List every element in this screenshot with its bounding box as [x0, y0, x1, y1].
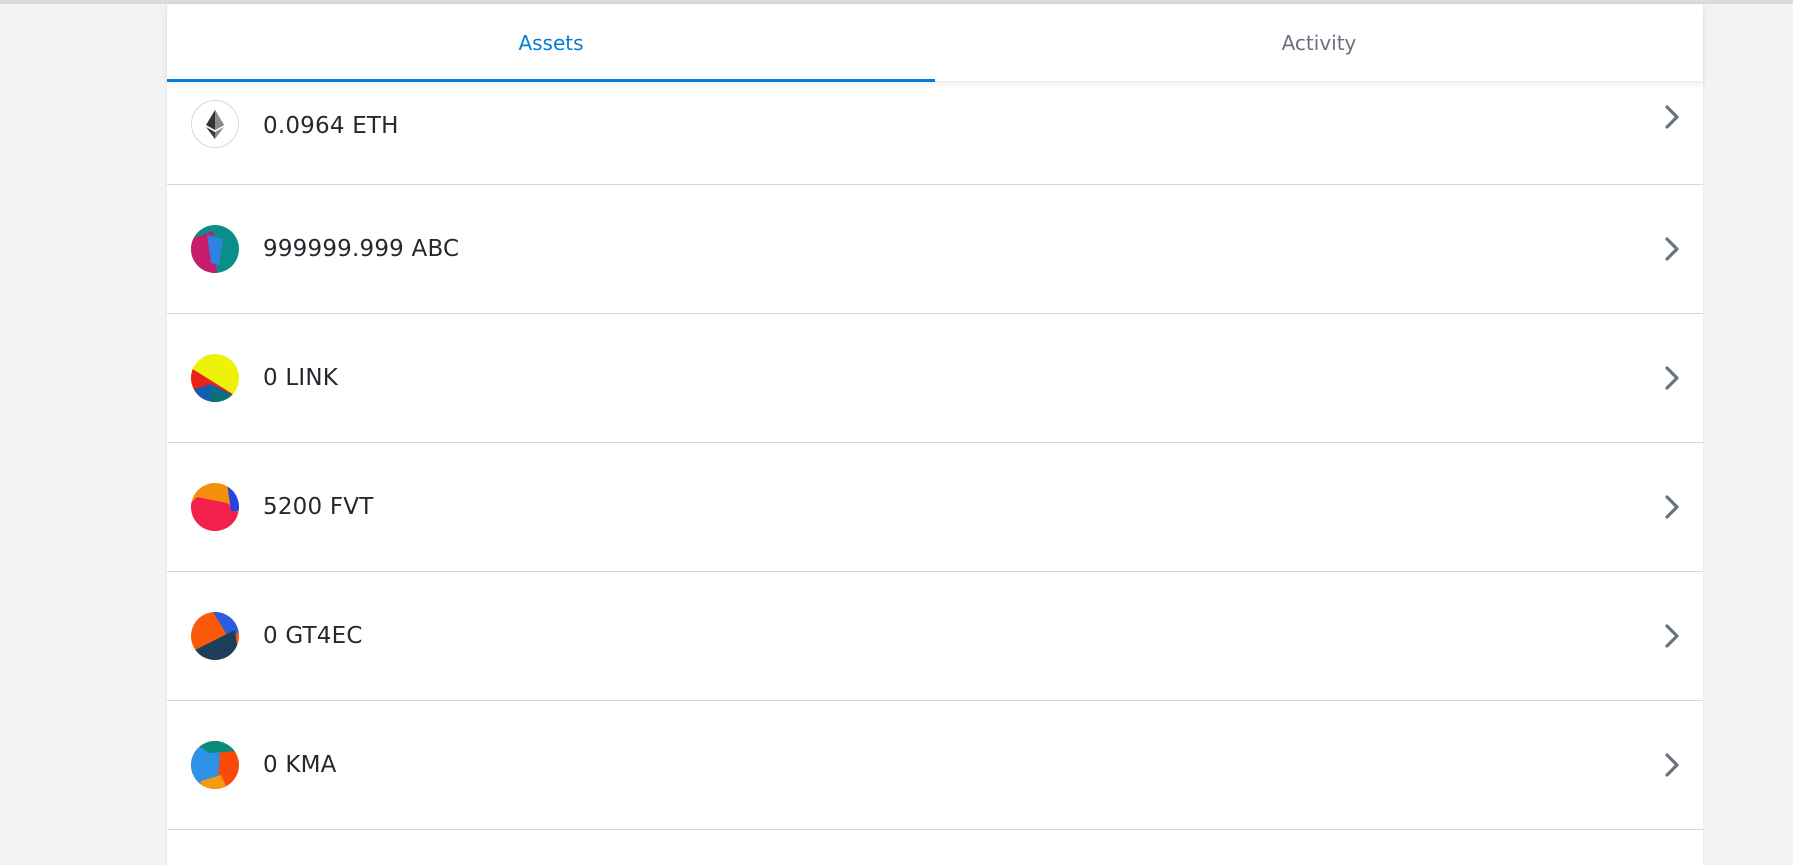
chevron-right-icon	[1665, 105, 1679, 129]
tab-assets[interactable]: Assets	[167, 4, 935, 82]
asset-row-eth[interactable]: 0.0964 ETH	[167, 82, 1703, 185]
token-jazzicon	[191, 612, 239, 660]
asset-amount: 5200 FVT	[263, 494, 374, 520]
tab-bar: Assets Activity	[167, 4, 1703, 82]
chevron-right-icon	[1665, 624, 1679, 648]
asset-row-link[interactable]: 0 LINK	[167, 314, 1703, 443]
asset-amount: 0 GT4EC	[263, 623, 363, 649]
ethereum-icon	[191, 100, 239, 148]
asset-amount: 0 LINK	[263, 365, 339, 391]
asset-list: 0.0964 ETH 999999.999 ABC 0 LINK 5200 FV…	[167, 82, 1703, 830]
chevron-right-icon	[1665, 753, 1679, 777]
chevron-right-icon	[1665, 366, 1679, 390]
token-jazzicon	[191, 225, 239, 273]
token-jazzicon	[191, 483, 239, 531]
token-jazzicon	[191, 354, 239, 402]
asset-amount: 0 KMA	[263, 752, 337, 778]
asset-amount: 999999.999 ABC	[263, 236, 460, 262]
asset-row-kma[interactable]: 0 KMA	[167, 701, 1703, 830]
chevron-right-icon	[1665, 237, 1679, 261]
asset-row-fvt[interactable]: 5200 FVT	[167, 443, 1703, 572]
tab-activity[interactable]: Activity	[935, 4, 1703, 81]
wallet-panel: Assets Activity 0.0964 ETH 999999.999 AB…	[167, 4, 1703, 865]
token-jazzicon	[191, 741, 239, 789]
chevron-right-icon	[1665, 495, 1679, 519]
asset-row-gt4ec[interactable]: 0 GT4EC	[167, 572, 1703, 701]
asset-row-abc[interactable]: 999999.999 ABC	[167, 185, 1703, 314]
asset-amount: 0.0964 ETH	[263, 113, 399, 139]
